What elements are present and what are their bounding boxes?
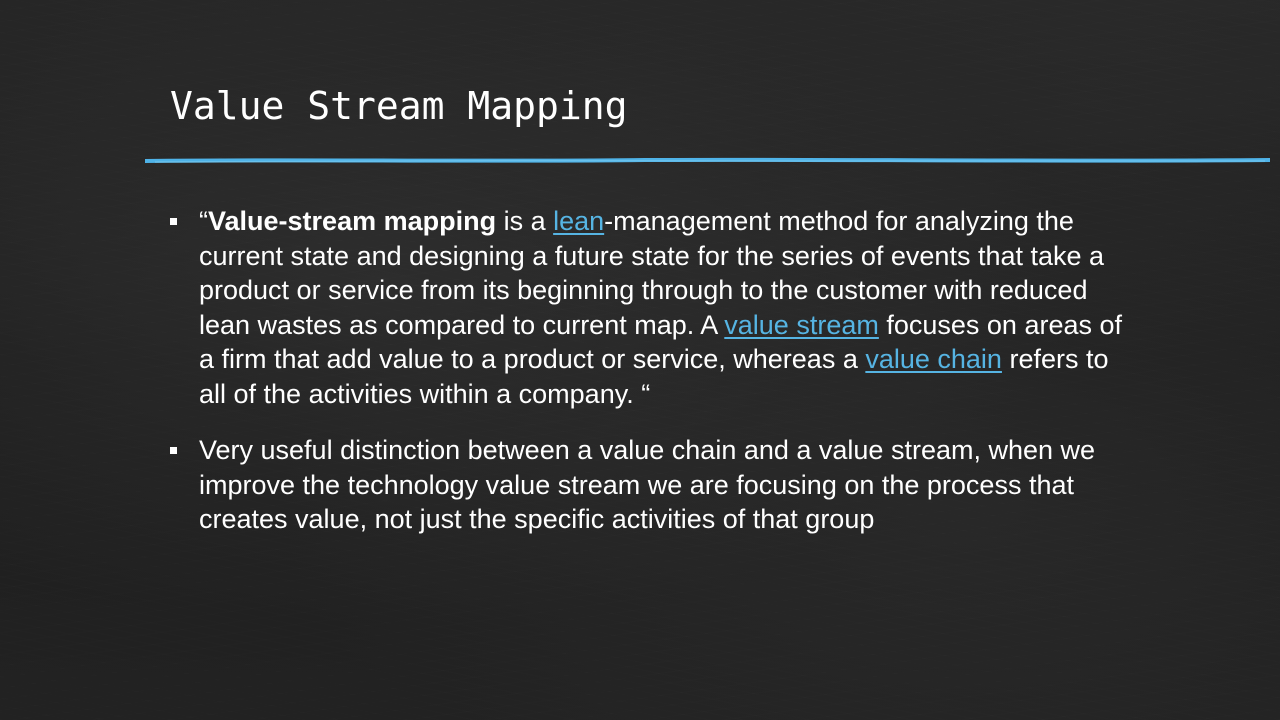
open-quote: “ [199, 206, 208, 236]
slide: Value Stream Mapping “Value-stream mappi… [0, 0, 1280, 720]
bullet-list: “Value-stream mapping is a lean-manageme… [168, 204, 1128, 559]
lean-link[interactable]: lean [553, 206, 604, 236]
bold-term: Value-stream mapping [208, 206, 497, 236]
bullet-item-distinction: Very useful distinction between a value … [168, 433, 1128, 537]
title-underline [145, 157, 1270, 163]
bullet-square-icon [170, 218, 177, 225]
bullet-square-icon [170, 447, 177, 454]
value-stream-link[interactable]: value stream [724, 310, 879, 340]
value-chain-link[interactable]: value chain [865, 344, 1002, 374]
slide-title: Value Stream Mapping [170, 84, 628, 128]
bullet-item-definition: “Value-stream mapping is a lean-manageme… [168, 204, 1128, 411]
distinction-text: Very useful distinction between a value … [199, 435, 1096, 534]
definition-text-1: is a [496, 206, 554, 236]
